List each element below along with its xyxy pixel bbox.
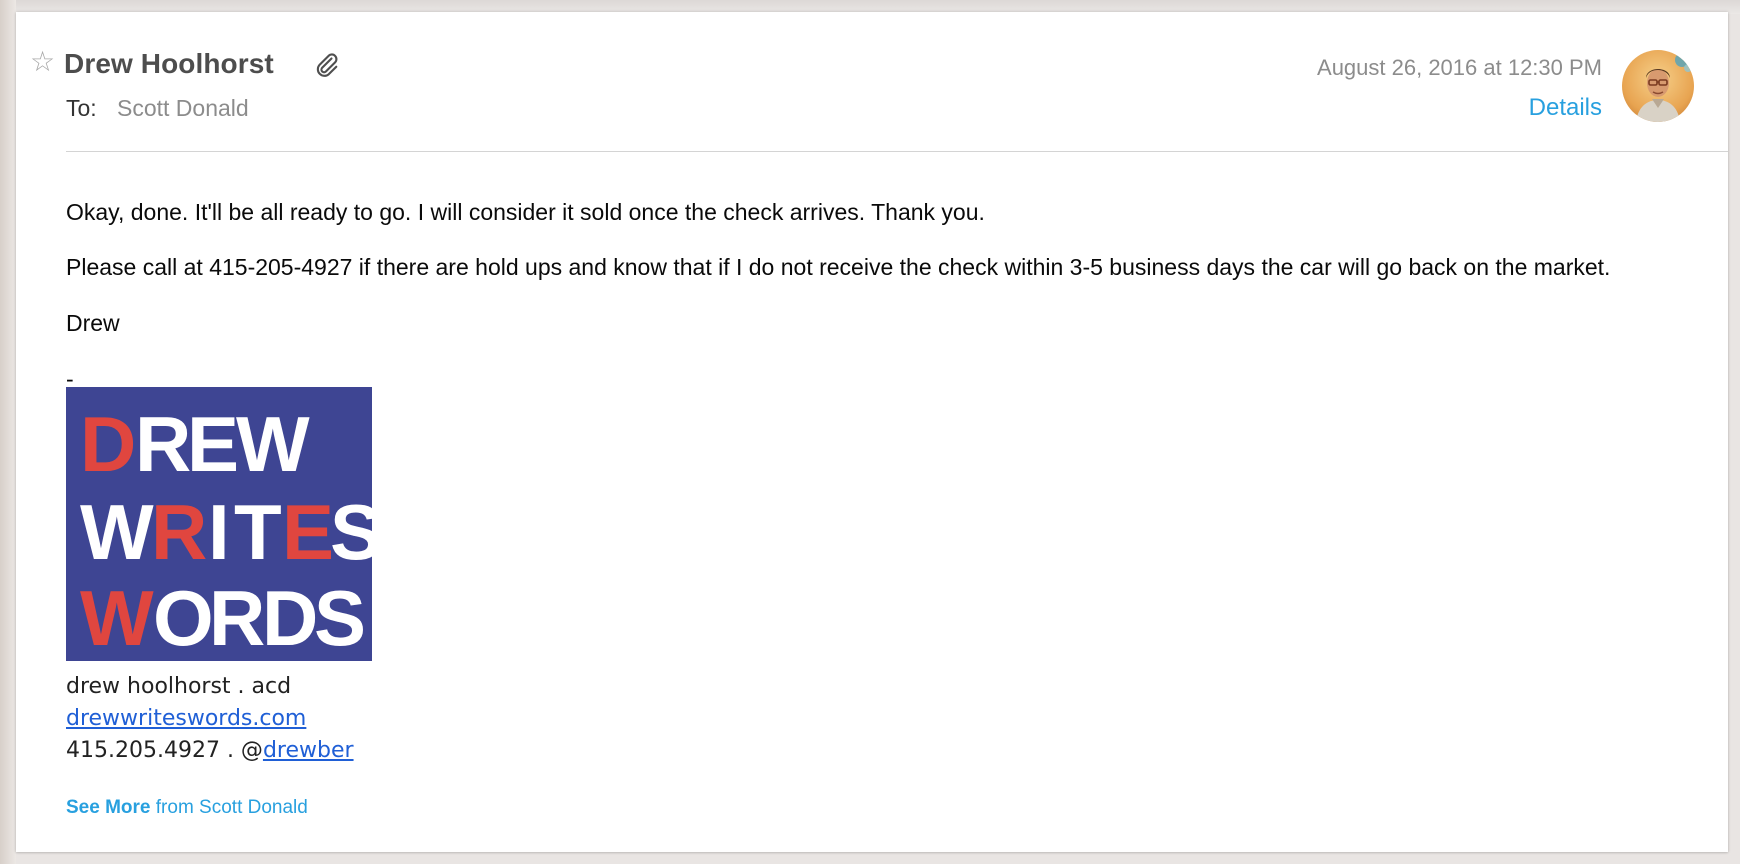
svg-text:WRITES: WRITES <box>80 488 372 576</box>
to-label: To: <box>66 95 97 121</box>
sender-avatar[interactable] <box>1622 50 1694 122</box>
signature-name-line: drew hoolhorst . acd <box>66 674 292 699</box>
sender-name[interactable]: Drew Hoolhorst <box>64 48 274 80</box>
signature-website-row: drewwriteswords.com <box>66 705 306 733</box>
see-more-link[interactable]: See More from Scott Donald <box>66 796 308 820</box>
header-divider <box>66 151 1728 152</box>
signature-phone: 415.205.4927 . @ <box>66 738 263 763</box>
signature-contact-line: 415.205.4927 . @drewber <box>66 737 354 765</box>
body-paragraph: Please call at 415-205-4927 if there are… <box>66 254 1611 280</box>
signoff-name: Drew <box>66 310 120 336</box>
see-more-from: from Scott Donald <box>155 797 308 818</box>
signature-logo: DREW WRITES WORDS <box>66 387 372 661</box>
signature-handle-link[interactable]: drewber <box>263 738 354 763</box>
svg-text:DREW: DREW <box>80 400 310 488</box>
details-link[interactable]: Details <box>1529 93 1602 123</box>
email-date: August 26, 2016 at 12:30 PM <box>1317 55 1602 80</box>
paperclip-icon[interactable] <box>312 50 342 80</box>
email-message: ☆ Drew Hoolhorst To: Scott Donald August… <box>16 12 1728 852</box>
window-background-left <box>0 0 16 864</box>
see-more-label: See More <box>66 797 151 818</box>
body-paragraph: Okay, done. It'll be all ready to go. I … <box>66 199 985 225</box>
signature-website-link[interactable]: drewwriteswords.com <box>66 706 306 731</box>
recipient-name[interactable]: Scott Donald <box>117 94 249 122</box>
star-icon[interactable]: ☆ <box>30 48 55 76</box>
svg-text:WORDS: WORDS <box>80 574 366 661</box>
